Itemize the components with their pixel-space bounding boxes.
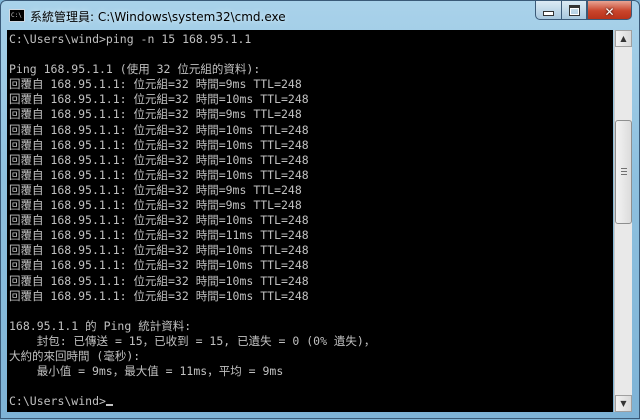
console-line: 回覆自 168.95.1.1: 位元組=32 時間=10ms TTL=248 — [9, 258, 309, 273]
console-line: 回覆自 168.95.1.1: 位元組=32 時間=9ms TTL=248 — [9, 107, 302, 122]
grip-line — [621, 168, 627, 170]
vertical-scrollbar[interactable]: ▲ ▼ — [614, 30, 632, 412]
console-line: 回覆自 168.95.1.1: 位元組=32 時間=9ms TTL=248 — [9, 77, 302, 92]
console-line: 封包: 已傳送 = 15，已收到 = 15, 已遺失 = 0 (0% 遺失)， — [9, 333, 376, 348]
cmd-window: C:\ 系統管理員: C:\Windows\system32\cmd.exe ✕… — [0, 0, 640, 419]
console-line: 回覆自 168.95.1.1: 位元組=32 時間=9ms TTL=248 — [9, 182, 302, 197]
minimize-icon — [543, 11, 554, 16]
maximize-icon — [568, 5, 580, 16]
console-line: 大約的來回時間 (毫秒): — [9, 348, 141, 363]
console-line: 回覆自 168.95.1.1: 位元組=32 時間=10ms TTL=248 — [9, 122, 309, 137]
arrow-up-icon: ▲ — [620, 34, 627, 43]
console-line: 回覆自 168.95.1.1: 位元組=32 時間=11ms TTL=248 — [9, 228, 309, 243]
console-line: 回覆自 168.95.1.1: 位元組=32 時間=10ms TTL=248 — [9, 92, 309, 107]
cmd-app-icon[interactable]: C:\ — [9, 9, 25, 22]
console-line: 回覆自 168.95.1.1: 位元組=32 時間=10ms TTL=248 — [9, 152, 309, 167]
console-line: 回覆自 168.95.1.1: 位元組=32 時間=9ms TTL=248 — [9, 198, 302, 213]
console-area[interactable]: C:\Users\wind>ping -n 15 168.95.1.1 Ping… — [7, 30, 613, 412]
scroll-up-button[interactable]: ▲ — [615, 30, 632, 47]
text-cursor — [105, 404, 113, 407]
grip-line — [621, 174, 627, 176]
maximize-button[interactable] — [561, 1, 587, 20]
console-line: 最小值 = 9ms，最大值 = 11ms，平均 = 9ms — [9, 364, 284, 379]
console-line: 回覆自 168.95.1.1: 位元組=32 時間=10ms TTL=248 — [9, 167, 309, 182]
title-bar[interactable]: C:\ 系統管理員: C:\Windows\system32\cmd.exe ✕ — [1, 1, 639, 31]
console-line: Ping 168.95.1.1 (使用 32 位元組的資料): — [9, 62, 261, 77]
console-line: 回覆自 168.95.1.1: 位元組=32 時間=10ms TTL=248 — [9, 137, 309, 152]
console-line: 回覆自 168.95.1.1: 位元組=32 時間=10ms TTL=248 — [9, 273, 309, 288]
arrow-down-icon: ▼ — [620, 399, 627, 408]
console-line: 回覆自 168.95.1.1: 位元組=32 時間=10ms TTL=248 — [9, 213, 309, 228]
console-line: 168.95.1.1 的 Ping 統計資料: — [9, 318, 192, 333]
console-line: C:\Users\wind>ping -n 15 168.95.1.1 — [9, 32, 252, 46]
scrollbar-thumb[interactable] — [615, 120, 632, 225]
console-line: 回覆自 168.95.1.1: 位元組=32 時間=10ms TTL=248 — [9, 288, 309, 303]
window-title: 系統管理員: C:\Windows\system32\cmd.exe — [30, 10, 286, 24]
console-output: C:\Users\wind>ping -n 15 168.95.1.1 Ping… — [7, 30, 613, 409]
close-icon: ✕ — [604, 5, 615, 19]
minimize-button[interactable] — [535, 1, 562, 20]
console-line: C:\Users\wind> — [9, 394, 106, 409]
console-line: 回覆自 168.95.1.1: 位元組=32 時間=10ms TTL=248 — [9, 243, 309, 258]
scroll-down-button[interactable]: ▼ — [615, 395, 632, 412]
grip-line — [621, 171, 627, 173]
close-button[interactable]: ✕ — [587, 1, 632, 20]
